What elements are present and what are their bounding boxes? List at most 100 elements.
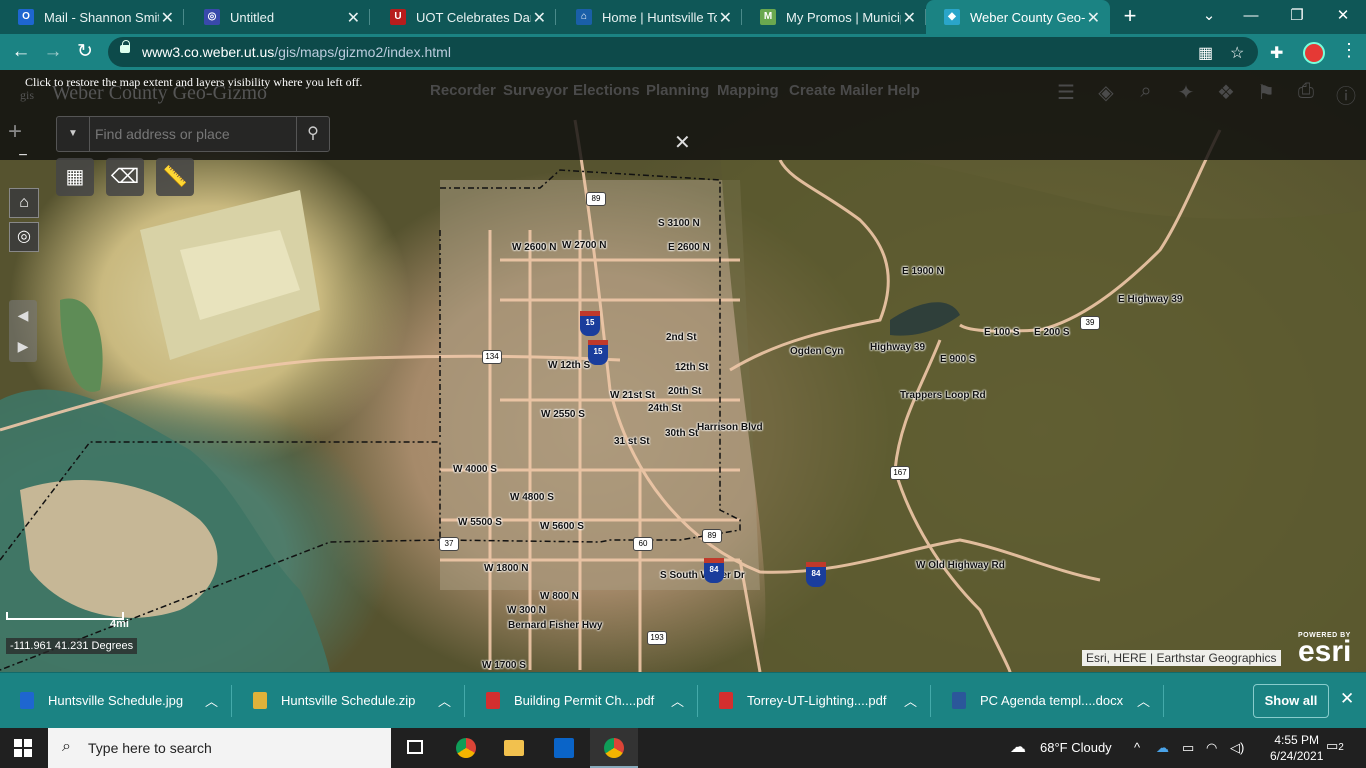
close-tab-icon[interactable]: ✕ (719, 8, 732, 28)
menu-item-mapping[interactable]: Mapping (717, 82, 779, 99)
tab-6[interactable]: ◆ Weber County Geo-Gi✕ (926, 0, 1110, 34)
show-all-button[interactable]: Show all (1253, 684, 1329, 718)
notifications-icon[interactable]: ▭2 (1326, 738, 1344, 754)
chevron-up-icon[interactable]: ︿ (671, 691, 684, 710)
tab-2[interactable]: ◎ Untitled ✕ (186, 0, 370, 34)
chevron-up-icon[interactable]: ︿ (205, 691, 218, 710)
identify-icon[interactable]: ✦ (1174, 80, 1198, 104)
eraser-icon[interactable]: ⌫ (106, 158, 144, 196)
grid-icon[interactable]: ▦ (56, 158, 94, 196)
download-item[interactable]: Torrey-UT-Lighting....pdf ︿ (699, 673, 931, 729)
chrome-active-icon[interactable] (590, 728, 638, 768)
windows-start-icon[interactable] (14, 739, 32, 757)
address-search-input[interactable] (93, 121, 293, 147)
close-downloads-icon[interactable]: ✕ (1340, 689, 1354, 709)
restore-button[interactable]: ❐ (1274, 0, 1320, 34)
download-item[interactable]: Huntsville Schedule.zip ︿ (233, 673, 465, 729)
tab-search-icon[interactable]: ⌄ (1186, 0, 1232, 34)
browser-menu-icon[interactable]: ⋮ (1340, 40, 1358, 61)
next-extent-icon[interactable]: ▶ (9, 331, 37, 362)
street-label: W 300 N (507, 605, 546, 616)
download-item[interactable]: Huntsville Schedule.jpg ︿ (0, 673, 232, 729)
system-clock[interactable]: 4:55 PM 6/24/2021 (1270, 732, 1323, 764)
close-tab-icon[interactable]: ✕ (903, 8, 916, 28)
menu-item-elections[interactable]: Elections (573, 82, 640, 99)
print-icon[interactable]: ⎙ (1294, 80, 1318, 104)
measure-icon[interactable]: 📏 (156, 158, 194, 196)
street-label: Bernard Fisher Hwy (508, 620, 603, 631)
tab-5[interactable]: M My Promos | Municipa✕ (742, 0, 926, 34)
onedrive-icon[interactable]: ☁ (1156, 740, 1169, 756)
close-tab-icon[interactable]: ✕ (533, 8, 546, 28)
taskbar-search-placeholder: Type here to search (88, 740, 212, 756)
close-tab-icon[interactable]: ✕ (161, 8, 174, 28)
download-item[interactable]: Building Permit Ch....pdf ︿ (466, 673, 698, 729)
close-tab-icon[interactable]: ✕ (1087, 8, 1100, 28)
profile-avatar[interactable] (1303, 42, 1325, 64)
list-icon[interactable]: ☰ (1054, 80, 1078, 104)
new-tab-button[interactable]: + (1118, 4, 1142, 28)
menu-item-create-mailer-help[interactable]: Create Mailer Help (789, 82, 920, 99)
route-shield: 60 (633, 537, 653, 551)
bookmark-icon[interactable]: ⚑ (1254, 80, 1278, 104)
restore-extent-banner[interactable]: gis Weber County Geo-Gizmo Click to resto… (0, 70, 1366, 160)
wifi-icon[interactable]: ◠ (1206, 740, 1217, 756)
chevron-up-icon[interactable]: ︿ (904, 691, 917, 710)
chevron-up-icon[interactable]: ︿ (438, 691, 451, 710)
chrome-icon[interactable] (442, 728, 490, 768)
taskbar-search[interactable]: ⌕ Type here to search (48, 728, 391, 768)
map-view[interactable]: S 3100 N E 2600 N W 2600 N W 2700 N E 1900 N… (0, 70, 1366, 672)
search-tool-icon[interactable]: ⌕ (1134, 80, 1158, 104)
address-field[interactable]: www3.co.weber.ut.us/gis/maps/gizmo2/inde… (108, 37, 1258, 67)
restore-extent-notice[interactable]: Click to restore the map extent and laye… (25, 75, 362, 90)
street-label: E 200 S (1034, 327, 1070, 338)
close-icon[interactable]: ✕ (674, 130, 691, 155)
close-window-button[interactable]: ✕ (1320, 0, 1366, 34)
tab-3[interactable]: U UOT Celebrates Dark S✕ (372, 0, 556, 34)
menu-item-planning[interactable]: Planning (646, 82, 709, 99)
forward-button[interactable]: → (40, 40, 66, 64)
file-explorer-icon[interactable] (490, 728, 538, 768)
street-label: W 12th S (548, 360, 591, 371)
download-item[interactable]: PC Agenda templ....docx ︿ (932, 673, 1164, 729)
pdf-file-icon (719, 692, 733, 709)
close-tab-icon[interactable]: ✕ (347, 8, 360, 28)
reload-button[interactable]: ↻ (72, 40, 98, 64)
street-label: W 5500 S (458, 517, 502, 528)
volume-icon[interactable]: ◁) (1230, 740, 1244, 756)
locate-icon[interactable]: ◎ (9, 222, 39, 252)
street-label: W 2700 N (562, 240, 607, 251)
layers-icon[interactable]: ◈ (1094, 80, 1118, 104)
basemap-gallery-icon[interactable]: ❖ (1214, 80, 1238, 104)
menu-item-surveyor[interactable]: Surveyor (503, 82, 568, 99)
home-icon[interactable]: ⌂ (9, 188, 39, 218)
chevron-down-icon[interactable]: ▼ (57, 117, 90, 151)
download-filename: Huntsville Schedule.zip (281, 693, 416, 708)
weather-text[interactable]: 68°F Cloudy (1040, 740, 1112, 755)
outlook-icon[interactable] (540, 728, 588, 768)
chevron-up-icon[interactable]: ^ (1134, 740, 1140, 755)
tab-title: Untitled (230, 9, 275, 25)
tab-title: UOT Celebrates Dark S (416, 9, 531, 25)
previous-extent-icon[interactable]: ◀ (9, 300, 37, 331)
weather-cloud-icon: ☁ (1010, 739, 1026, 756)
street-label: W 1700 S (482, 660, 526, 671)
zoom-out-button[interactable]: − (9, 142, 37, 170)
back-button[interactable]: ← (8, 40, 34, 64)
geogizmo-icon: ◆ (944, 9, 960, 25)
chevron-up-icon[interactable]: ︿ (1137, 691, 1150, 710)
bookmark-star-icon[interactable]: ☆ (1230, 43, 1244, 63)
tab-1[interactable]: O Mail - Shannon Smith ✕ (0, 0, 184, 34)
task-view-icon[interactable] (392, 728, 440, 768)
word-file-icon (952, 692, 966, 709)
route-shield: 39 (1080, 316, 1100, 330)
tab-4[interactable]: ⌂ Home | Huntsville Tow✕ (558, 0, 742, 34)
extensions-icon[interactable]: ✚ (1270, 43, 1283, 63)
battery-icon[interactable]: ▭ (1182, 740, 1194, 756)
info-icon[interactable]: ⓘ (1334, 80, 1358, 108)
menu-item-recorder[interactable]: Recorder (430, 82, 496, 99)
qr-code-icon[interactable]: ▦ (1198, 43, 1213, 63)
minimize-button[interactable]: — (1228, 0, 1274, 34)
search-icon[interactable]: ⚲ (296, 117, 329, 151)
address-toolbar: ← → ↻ www3.co.weber.ut.us/gis/maps/gizmo… (0, 34, 1366, 70)
